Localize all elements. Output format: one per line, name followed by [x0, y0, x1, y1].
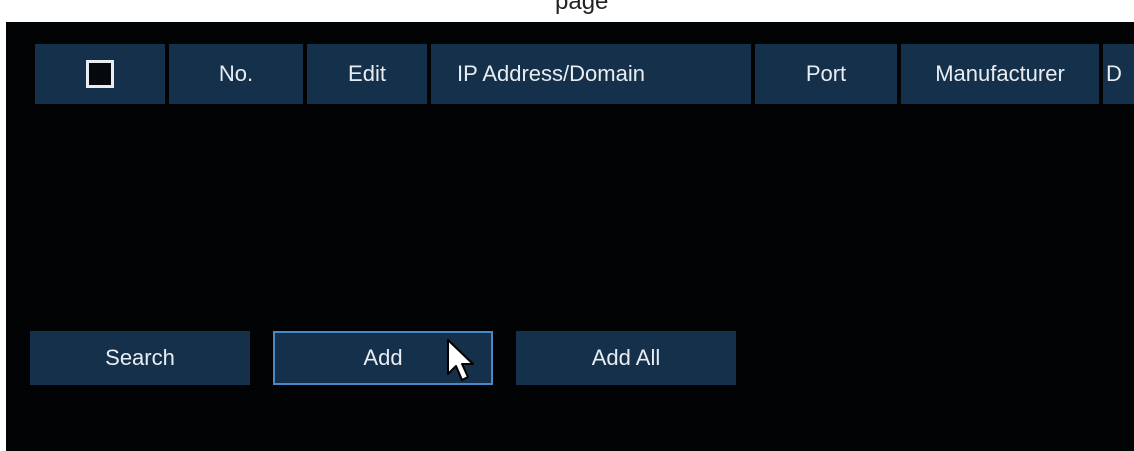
column-header-edit-label: Edit	[348, 61, 386, 86]
table-header-row: No. Edit IP Address/Domain Port Manufact…	[35, 44, 1134, 104]
column-header-port-label: Port	[805, 61, 847, 86]
search-button[interactable]: Search	[30, 331, 250, 385]
add-button-label: Add	[363, 345, 403, 370]
mouse-pointer-icon	[447, 339, 474, 381]
top-strip: page	[0, 0, 1134, 22]
checkbox-icon[interactable]	[86, 60, 114, 88]
column-header-edit[interactable]: Edit	[307, 44, 427, 104]
column-header-device-type[interactable]: D	[1103, 44, 1134, 104]
column-header-manufacturer[interactable]: Manufacturer	[901, 44, 1099, 104]
add-all-button[interactable]: Add All	[516, 331, 736, 385]
column-header-port[interactable]: Port	[755, 44, 897, 104]
column-header-device-type-label: D	[1106, 61, 1122, 86]
column-header-no[interactable]: No.	[169, 44, 303, 104]
column-header-manufacturer-label: Manufacturer	[935, 61, 1065, 86]
top-strip-text: page	[555, 0, 609, 15]
select-all-cell[interactable]	[35, 44, 165, 104]
device-add-screen: page No. Edit IP Address/Domain Port Man…	[0, 0, 1134, 451]
search-button-label: Search	[105, 345, 175, 370]
left-edge	[0, 22, 6, 451]
column-header-ip-label: IP Address/Domain	[457, 61, 645, 86]
column-header-ip[interactable]: IP Address/Domain	[431, 44, 751, 104]
add-all-button-label: Add All	[591, 345, 661, 370]
column-header-no-label: No.	[218, 61, 254, 86]
